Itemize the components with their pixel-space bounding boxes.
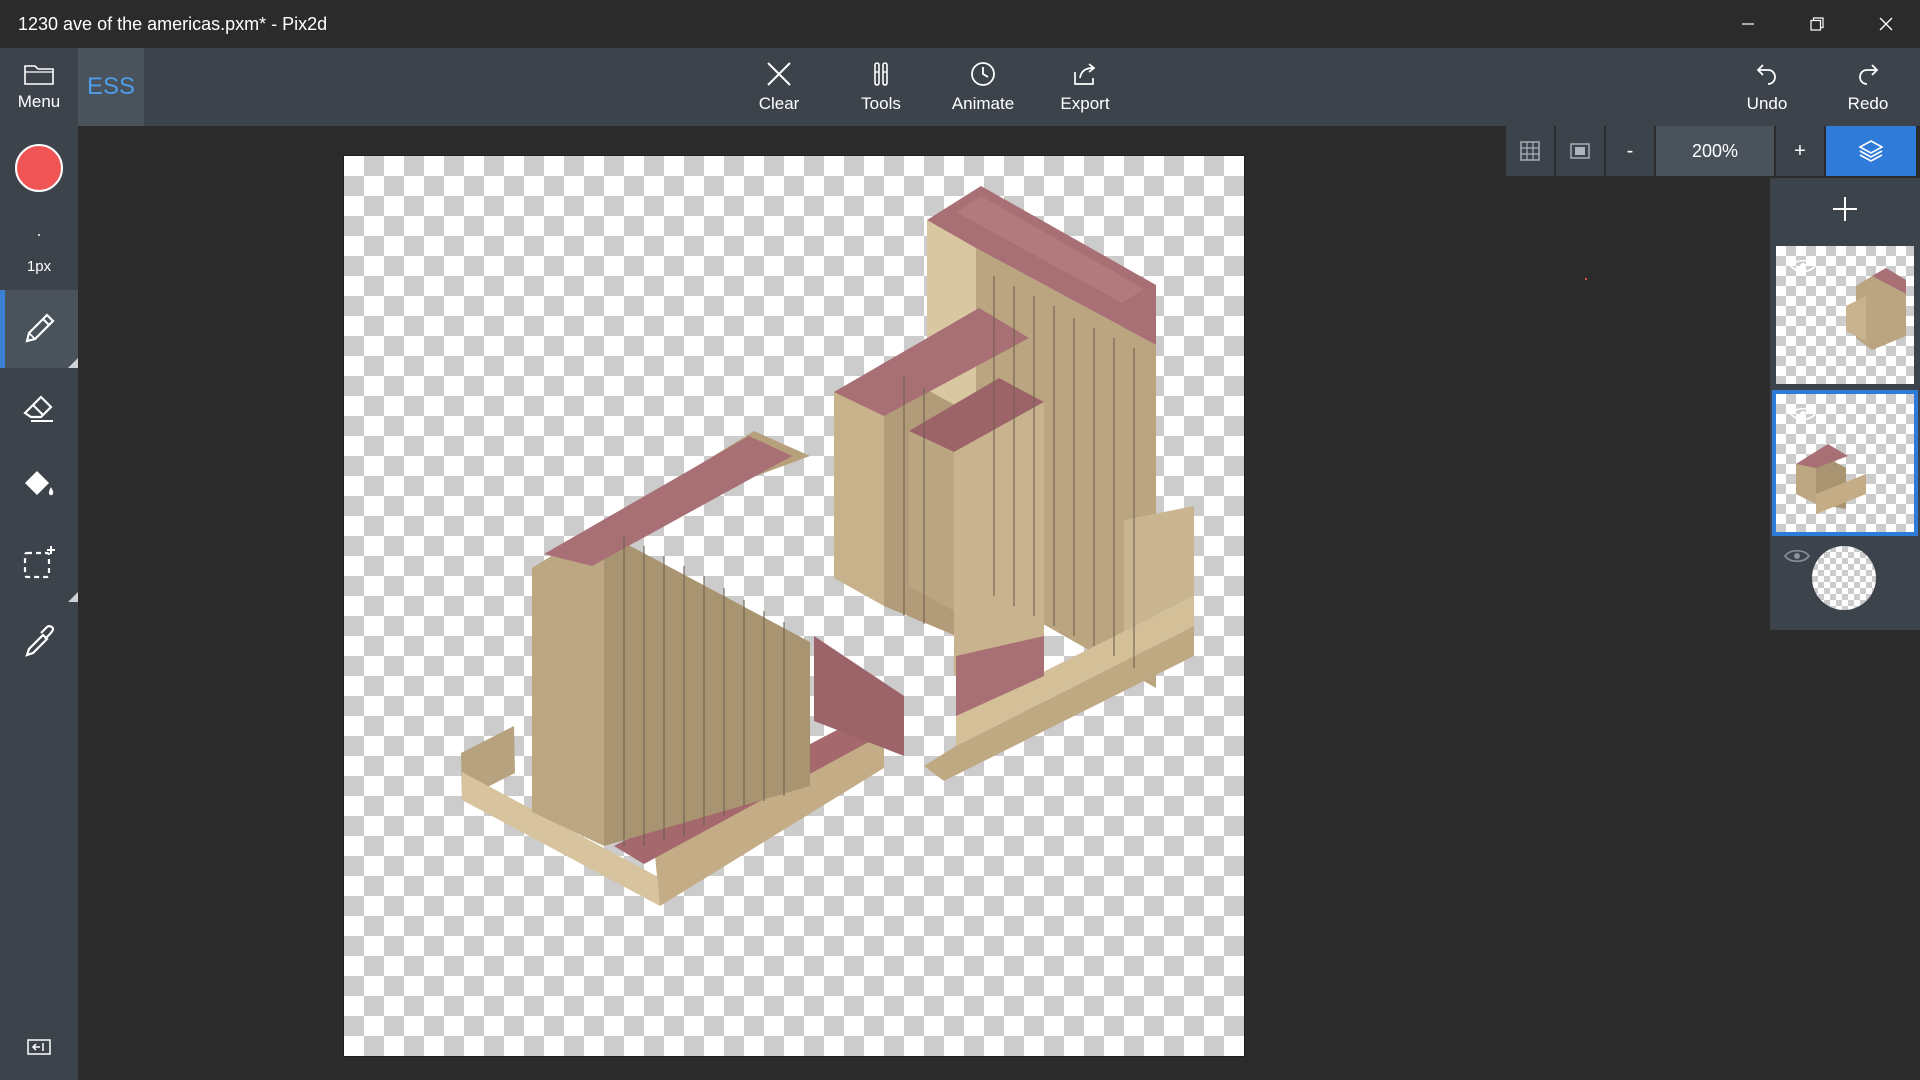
center-toolbar: Clear Tools Animate Export Undo Redo	[0, 48, 1920, 126]
background-layer[interactable]	[1776, 540, 1914, 622]
share-icon	[1074, 63, 1096, 85]
ess-button[interactable]: ESS	[78, 48, 144, 126]
eraser-tool[interactable]	[0, 368, 78, 446]
eyedropper-icon	[25, 625, 55, 657]
eye-icon	[1790, 407, 1816, 421]
layer-visibility-toggle[interactable]	[1784, 548, 1810, 569]
clear-button[interactable]: Clear	[734, 48, 824, 126]
zoom-out-button[interactable]: -	[1606, 126, 1654, 176]
selection-icon	[23, 546, 55, 579]
clear-label: Clear	[758, 94, 800, 113]
undo-button[interactable]: Undo	[1722, 48, 1812, 126]
drawing-canvas[interactable]	[343, 155, 1245, 1057]
zoom-level[interactable]: 200%	[1656, 126, 1774, 176]
collapse-panel-icon	[27, 1039, 51, 1055]
eye-icon	[1790, 259, 1816, 273]
close-icon	[767, 62, 791, 86]
eye-icon	[1784, 549, 1810, 563]
folder-icon	[24, 65, 54, 85]
close-window-button[interactable]	[1851, 0, 1920, 48]
layer-visibility-toggle[interactable]	[1790, 406, 1816, 427]
layers-toggle-button[interactable]	[1826, 126, 1916, 176]
eraser-icon	[23, 395, 53, 422]
pencil-icon	[25, 313, 55, 343]
layer-thumbnail-2[interactable]	[1772, 390, 1918, 536]
view-controls: - 200% +	[1506, 126, 1918, 176]
layer-thumbnail-1[interactable]	[1776, 246, 1914, 384]
pencil-tool[interactable]	[0, 290, 78, 368]
animate-label: Animate	[951, 94, 1015, 113]
fill-bucket-icon	[25, 471, 54, 496]
clock-icon	[971, 62, 995, 86]
frame-icon	[1570, 143, 1590, 159]
collapse-panel-button[interactable]	[0, 1032, 78, 1062]
plus-icon	[1833, 197, 1857, 221]
brush-size-button[interactable]: 1px	[0, 222, 78, 292]
brush-preview	[38, 234, 40, 236]
restore-icon	[1809, 17, 1824, 31]
window-controls	[1713, 0, 1920, 48]
selection-tool[interactable]	[0, 524, 78, 602]
undo-icon	[1756, 64, 1776, 85]
canvas-cursor-dot	[1585, 278, 1587, 280]
zoom-in-button[interactable]: +	[1776, 126, 1824, 176]
layers-icon	[1858, 140, 1884, 162]
current-color-swatch[interactable]	[15, 144, 63, 192]
main-toolbar: Menu ESS Clear Tools Animate Export Undo…	[0, 48, 1920, 126]
background-color-preview	[1812, 546, 1876, 610]
restore-button[interactable]	[1782, 0, 1851, 48]
animate-button[interactable]: Animate	[938, 48, 1028, 126]
undo-label: Undo	[1746, 94, 1788, 113]
tool-options-indicator	[68, 592, 78, 602]
redo-label: Redo	[1847, 94, 1889, 113]
redo-button[interactable]: Redo	[1823, 48, 1913, 126]
eyedropper-tool[interactable]	[0, 602, 78, 680]
title-bar: 1230 ave of the americas.pxm* - Pix2d	[0, 0, 1920, 48]
tools-button[interactable]: Tools	[836, 48, 926, 126]
menu-button[interactable]: Menu	[0, 48, 78, 126]
pixel-art-building	[461, 186, 1194, 906]
export-label: Export	[1060, 94, 1110, 113]
redo-icon	[1859, 64, 1879, 85]
export-button[interactable]: Export	[1040, 48, 1130, 126]
minimize-button[interactable]	[1713, 0, 1782, 48]
tool-options-indicator	[68, 358, 78, 368]
layers-panel	[1770, 178, 1920, 630]
frame-toggle-button[interactable]	[1556, 126, 1604, 176]
brush-size-label: 1px	[26, 258, 52, 275]
window-title: 1230 ave of the americas.pxm* - Pix2d	[18, 13, 328, 34]
grid-icon	[1520, 141, 1540, 161]
layer-visibility-toggle[interactable]	[1790, 258, 1816, 279]
grid-toggle-button[interactable]	[1506, 126, 1554, 176]
left-toolbar: 1px	[0, 126, 78, 1080]
add-layer-button[interactable]	[1770, 178, 1920, 240]
tools-icon	[874, 62, 888, 86]
minimize-icon	[1741, 23, 1754, 25]
menu-label: Menu	[17, 92, 61, 111]
close-icon	[1879, 17, 1892, 31]
fill-tool[interactable]	[0, 446, 78, 524]
tools-label: Tools	[861, 94, 901, 113]
